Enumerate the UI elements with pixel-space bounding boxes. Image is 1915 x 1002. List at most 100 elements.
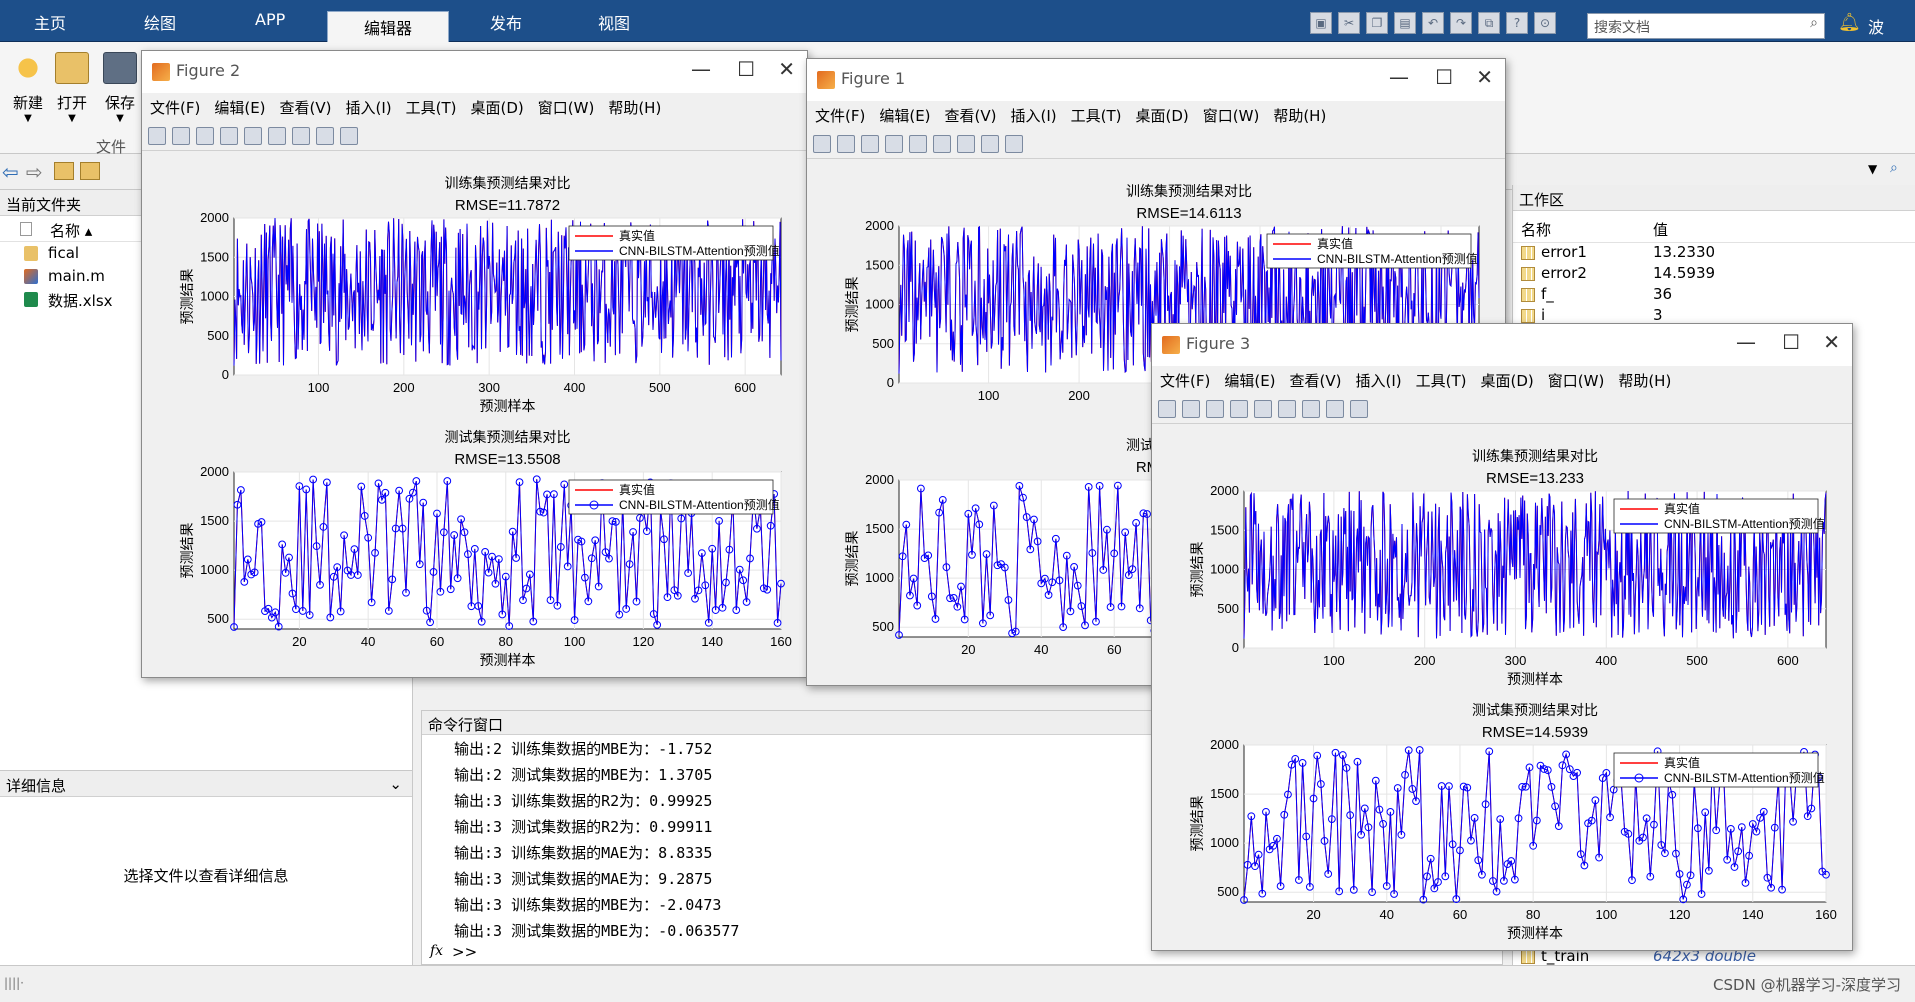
y-tick-label: 1000 — [200, 289, 229, 304]
path-dropdown-icon[interactable]: ▼ — [1868, 162, 1877, 176]
save-figure-icon[interactable] — [861, 134, 879, 153]
figure-menu-item[interactable]: 工具(T) — [406, 97, 457, 118]
save-figure-icon[interactable] — [1206, 399, 1224, 418]
figure-menu-item[interactable]: 文件(F) — [1160, 370, 1210, 391]
legend-icon[interactable] — [957, 134, 975, 153]
x-tick-label: 40 — [1380, 907, 1394, 922]
details-title[interactable]: 详细信息 ⌄ — [0, 771, 412, 797]
open-file-icon[interactable] — [172, 126, 190, 145]
switch-windows-icon[interactable]: ⧉ — [1478, 12, 1500, 34]
minimize-icon[interactable]: — — [1389, 65, 1409, 89]
minimize-icon[interactable]: — — [1736, 330, 1756, 354]
new-figure-icon[interactable] — [1158, 399, 1176, 418]
command-prompt[interactable]: >> — [452, 943, 477, 961]
figure-menu-item[interactable]: 编辑(E) — [879, 105, 930, 126]
minimize-icon[interactable]: — — [691, 57, 711, 81]
pointer-icon[interactable] — [981, 134, 999, 153]
workspace-header[interactable]: 名称 值 — [1513, 211, 1915, 243]
figure-menu-item[interactable]: 插入(I) — [1356, 370, 1402, 391]
figure-menu-item[interactable]: 桌面(D) — [1136, 105, 1189, 126]
tab-home[interactable]: 主页 — [34, 10, 66, 34]
pointer-icon[interactable] — [1326, 399, 1344, 418]
figure-menu-item[interactable]: 查看(V) — [280, 97, 332, 118]
link-icon[interactable] — [909, 134, 927, 153]
figure-window[interactable]: Figure 3 — ☐ ✕ 文件(F) 编辑(E) 查看(V) 插入(I) 工具(T) 桌面(D… — [1151, 323, 1853, 951]
save-button[interactable]: 保存 ▼ — [92, 52, 148, 124]
undo-icon[interactable]: ↶ — [1422, 12, 1444, 34]
figure-menu-item[interactable]: 查看(V) — [945, 105, 997, 126]
print-icon[interactable] — [885, 134, 903, 153]
maximize-icon[interactable]: ☐ — [1435, 65, 1453, 89]
property-editor-icon[interactable] — [1005, 134, 1023, 153]
legend-icon[interactable] — [292, 126, 310, 145]
new-figure-icon[interactable] — [813, 134, 831, 153]
user-account-menu[interactable]: 波 — [1868, 14, 1884, 38]
search-documentation-input[interactable]: 搜索文档 ⌕ — [1587, 13, 1825, 39]
figure-menu-item[interactable]: 桌面(D) — [471, 97, 524, 118]
figure-menu-item[interactable]: 插入(I) — [1011, 105, 1057, 126]
forward-arrow-icon[interactable]: ⇨ — [26, 160, 43, 184]
options-icon[interactable]: ⊙ — [1534, 12, 1556, 34]
save-icon[interactable]: ▣ — [1310, 12, 1332, 34]
tab-view[interactable]: 视图 — [598, 10, 630, 34]
figure-titlebar[interactable]: Figure 3 — ☐ ✕ — [1152, 324, 1852, 366]
figure-menu-item[interactable]: 窗口(W) — [1548, 370, 1605, 391]
save-figure-icon[interactable] — [196, 126, 214, 145]
link-icon[interactable] — [244, 126, 262, 145]
new-figure-icon[interactable] — [148, 126, 166, 145]
property-editor-icon[interactable] — [340, 126, 358, 145]
figure-window[interactable]: Figure 2 — ☐ ✕ 文件(F) 编辑(E) 查看(V) 插入(I) 工具(T) 桌面(D… — [141, 50, 808, 678]
figure-menu-item[interactable]: 插入(I) — [346, 97, 392, 118]
bell-icon[interactable]: 🔔︎ — [1838, 12, 1861, 33]
maximize-icon[interactable]: ☐ — [1782, 330, 1800, 354]
figure-menu-item[interactable]: 帮助(H) — [1618, 370, 1671, 391]
figure-menu-item[interactable]: 桌面(D) — [1481, 370, 1534, 391]
figure-menu-item[interactable]: 工具(T) — [1071, 105, 1122, 126]
figure-menu-item[interactable]: 窗口(W) — [1203, 105, 1260, 126]
cut-icon[interactable]: ✂ — [1338, 12, 1360, 34]
close-icon[interactable]: ✕ — [1823, 330, 1840, 354]
fx-icon[interactable]: fx — [430, 943, 443, 959]
figure-titlebar[interactable]: Figure 1 — ☐ ✕ — [807, 59, 1505, 101]
close-icon[interactable]: ✕ — [1476, 65, 1493, 89]
workspace-var-row[interactable]: error2 14.5939 — [1513, 264, 1915, 285]
colorbar-icon[interactable] — [268, 126, 286, 145]
figure-menu-item[interactable]: 窗口(W) — [538, 97, 595, 118]
pointer-icon[interactable] — [316, 126, 334, 145]
legend-icon[interactable] — [1302, 399, 1320, 418]
figure-menu-item[interactable]: 文件(F) — [150, 97, 200, 118]
open-file-icon[interactable] — [837, 134, 855, 153]
print-icon[interactable] — [220, 126, 238, 145]
tab-publish[interactable]: 发布 — [490, 10, 522, 34]
browse-folder-icon[interactable] — [80, 162, 100, 180]
print-icon[interactable] — [1230, 399, 1248, 418]
figure-menu-item[interactable]: 编辑(E) — [1224, 370, 1275, 391]
help-icon[interactable]: ? — [1506, 12, 1528, 34]
figure-menu-item[interactable]: 文件(F) — [815, 105, 865, 126]
path-search-icon[interactable]: ⌕ — [1890, 160, 1898, 176]
close-icon[interactable]: ✕ — [778, 57, 795, 81]
workspace-var-row[interactable]: error1 13.2330 — [1513, 243, 1915, 264]
maximize-icon[interactable]: ☐ — [737, 57, 755, 81]
redo-icon[interactable]: ↷ — [1450, 12, 1472, 34]
figure-menu-item[interactable]: 查看(V) — [1290, 370, 1342, 391]
link-icon[interactable] — [1254, 399, 1272, 418]
open-file-icon[interactable] — [1182, 399, 1200, 418]
tab-apps[interactable]: APP — [255, 10, 285, 29]
collapse-chevron-icon[interactable]: ⌄ — [389, 775, 402, 793]
workspace-var-row[interactable]: f_ 36 — [1513, 285, 1915, 306]
colorbar-icon[interactable] — [1278, 399, 1296, 418]
figure-menu-item[interactable]: 帮助(H) — [1273, 105, 1326, 126]
figure-titlebar[interactable]: Figure 2 — ☐ ✕ — [142, 51, 807, 93]
x-tick-label: 20 — [961, 642, 975, 657]
back-arrow-icon[interactable]: ⇦ — [2, 160, 19, 184]
up-folder-icon[interactable] — [54, 162, 74, 180]
colorbar-icon[interactable] — [933, 134, 951, 153]
copy-icon[interactable]: ❐ — [1366, 12, 1388, 34]
property-editor-icon[interactable] — [1350, 399, 1368, 418]
tab-plots[interactable]: 绘图 — [144, 10, 176, 34]
figure-menu-item[interactable]: 编辑(E) — [214, 97, 265, 118]
paste-icon[interactable]: ▤ — [1394, 12, 1416, 34]
figure-menu-item[interactable]: 帮助(H) — [608, 97, 661, 118]
figure-menu-item[interactable]: 工具(T) — [1416, 370, 1467, 391]
